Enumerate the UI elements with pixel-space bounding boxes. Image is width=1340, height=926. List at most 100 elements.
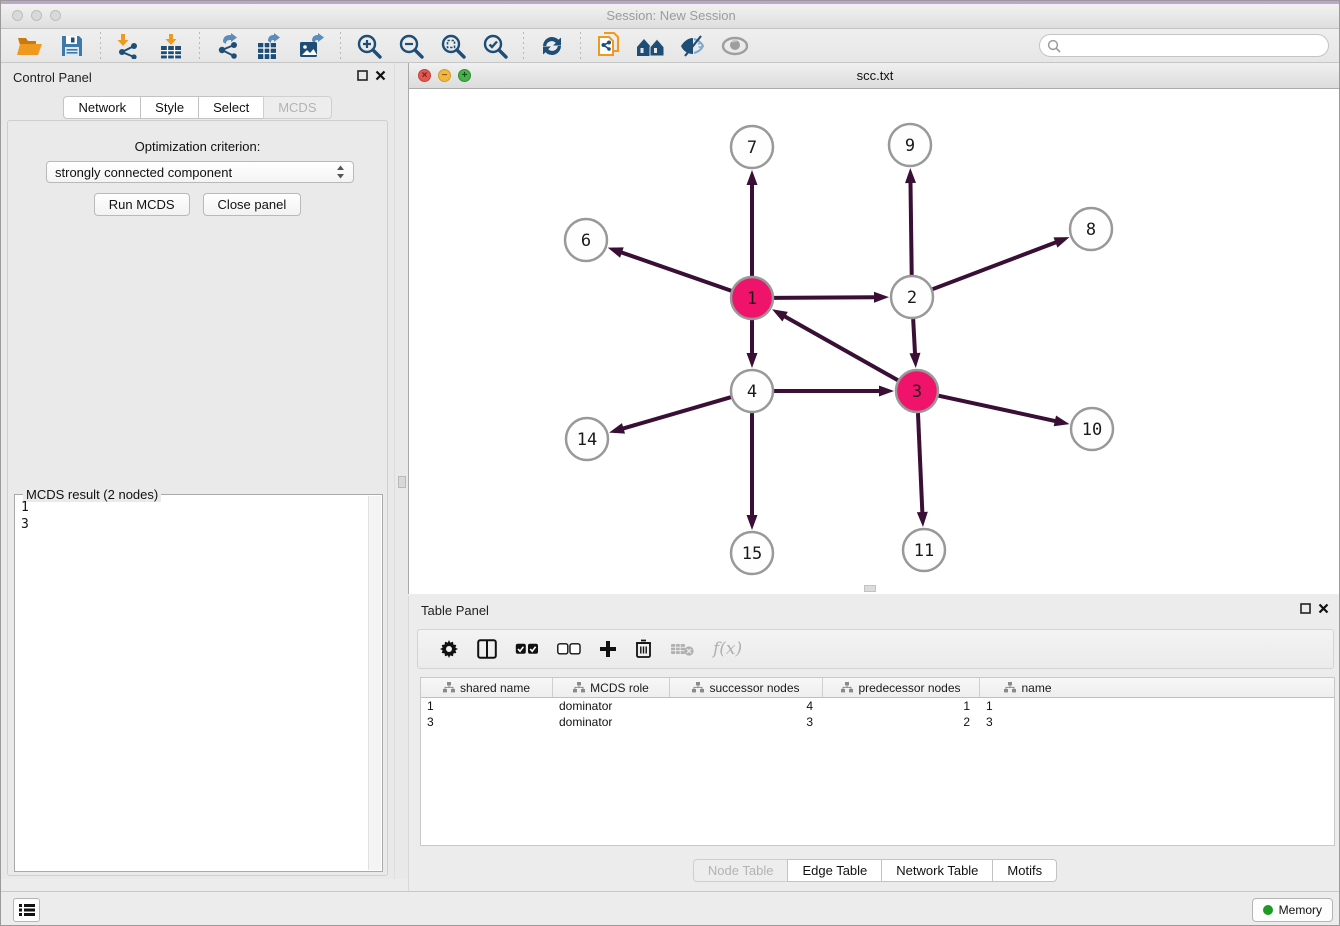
mcds-result-scrollbar[interactable] bbox=[368, 496, 381, 870]
graph-node-9[interactable]: 9 bbox=[889, 124, 931, 166]
graph-edge-2-9[interactable] bbox=[910, 182, 911, 275]
memory-button[interactable]: Memory bbox=[1252, 898, 1333, 922]
graph-node-2[interactable]: 2 bbox=[891, 276, 933, 318]
import-table-icon[interactable] bbox=[156, 32, 186, 60]
splitter-grip[interactable] bbox=[398, 476, 406, 488]
save-session-icon[interactable] bbox=[57, 32, 87, 60]
column-layout-icon[interactable] bbox=[477, 639, 497, 659]
mcds-result-text[interactable]: 1 3 bbox=[17, 497, 368, 869]
graph-node-10[interactable]: 10 bbox=[1071, 408, 1113, 450]
graph-node-3[interactable]: 3 bbox=[896, 370, 938, 412]
graph-node-11[interactable]: 11 bbox=[903, 529, 945, 571]
graph-arrowhead-1-7 bbox=[747, 170, 758, 185]
svg-text:1: 1 bbox=[747, 289, 757, 309]
network-canvas-grip[interactable] bbox=[864, 585, 876, 592]
network-window-title: scc.txt bbox=[409, 68, 1340, 83]
control-panel-tabs: NetworkStyleSelectMCDS bbox=[1, 96, 394, 119]
table-cell[interactable]: dominator bbox=[553, 714, 670, 730]
export-image-icon[interactable] bbox=[297, 32, 327, 60]
column-header-successor-nodes[interactable]: successor nodes bbox=[670, 678, 823, 697]
graph-edge-4-14[interactable] bbox=[623, 397, 731, 429]
zoom-out-icon[interactable] bbox=[396, 32, 426, 60]
svg-text:14: 14 bbox=[577, 430, 597, 450]
table-cell[interactable]: 1 bbox=[823, 698, 980, 714]
main-toolbar bbox=[1, 29, 1340, 63]
open-file-icon[interactable] bbox=[15, 32, 45, 60]
graph-node-4[interactable]: 4 bbox=[731, 370, 773, 412]
graph-edge-2-3[interactable] bbox=[913, 319, 915, 354]
column-header-predecessor-nodes[interactable]: predecessor nodes bbox=[823, 678, 980, 697]
graph-edge-3-1[interactable] bbox=[784, 316, 898, 380]
network-canvas[interactable]: 7 9 6 8 1 2 4 3 14 10 15 11 bbox=[409, 89, 1340, 594]
zoom-selected-icon[interactable] bbox=[480, 32, 510, 60]
export-network-icon[interactable] bbox=[213, 32, 243, 60]
clone-network-icon[interactable] bbox=[594, 32, 624, 60]
hide-graphics-details-icon[interactable] bbox=[678, 32, 708, 60]
task-history-button[interactable] bbox=[13, 898, 40, 922]
gear-icon[interactable] bbox=[439, 639, 459, 659]
graph-node-8[interactable]: 8 bbox=[1070, 208, 1112, 250]
graph-arrowhead-4-3 bbox=[879, 386, 894, 397]
table-row[interactable]: 3dominator323 bbox=[421, 714, 1334, 730]
svg-text:6: 6 bbox=[581, 231, 591, 251]
table-cell[interactable]: 4 bbox=[670, 698, 823, 714]
table-cell[interactable]: dominator bbox=[553, 698, 670, 714]
table-cell[interactable]: 3 bbox=[421, 714, 553, 730]
table-row[interactable]: 1dominator411 bbox=[421, 698, 1334, 714]
tab-style[interactable]: Style bbox=[140, 96, 198, 119]
tab-mcds[interactable]: MCDS bbox=[263, 96, 331, 119]
criterion-select[interactable]: strongly connected component bbox=[46, 161, 354, 183]
delete-column-icon[interactable] bbox=[635, 639, 652, 659]
graph-arrowhead-4-15 bbox=[747, 515, 758, 530]
search-input[interactable] bbox=[1065, 39, 1328, 53]
column-header-shared-name[interactable]: shared name bbox=[421, 678, 553, 697]
graph-node-7[interactable]: 7 bbox=[731, 126, 773, 168]
tab-edge-table[interactable]: Edge Table bbox=[787, 859, 881, 882]
first-neighbors-icon[interactable] bbox=[636, 32, 666, 60]
graph-node-15[interactable]: 15 bbox=[731, 532, 773, 574]
tab-node-table[interactable]: Node Table bbox=[693, 859, 788, 882]
close-panel-icon[interactable] bbox=[375, 70, 386, 81]
add-column-icon[interactable] bbox=[599, 640, 617, 658]
tab-network-table[interactable]: Network Table bbox=[881, 859, 992, 882]
tab-select[interactable]: Select bbox=[198, 96, 263, 119]
column-header-name[interactable]: name bbox=[980, 678, 1076, 697]
graph-edge-1-6[interactable] bbox=[621, 252, 731, 291]
graph-edge-3-10[interactable] bbox=[938, 396, 1055, 421]
graph-node-6[interactable]: 6 bbox=[565, 219, 607, 261]
graph-edge-1-2[interactable] bbox=[774, 297, 875, 298]
zoom-fit-icon[interactable] bbox=[438, 32, 468, 60]
tab-motifs[interactable]: Motifs bbox=[992, 859, 1057, 882]
show-graphics-details-icon[interactable] bbox=[720, 32, 750, 60]
table-cell[interactable]: 3 bbox=[670, 714, 823, 730]
zoom-in-icon[interactable] bbox=[354, 32, 384, 60]
select-all-icon[interactable] bbox=[515, 643, 539, 655]
refresh-layout-icon[interactable] bbox=[537, 32, 567, 60]
column-header-MCDS-role[interactable]: MCDS role bbox=[553, 678, 670, 697]
table-cell[interactable]: 1 bbox=[980, 698, 1076, 714]
deselect-all-icon[interactable] bbox=[557, 643, 581, 655]
graph-node-1[interactable]: 1 bbox=[731, 277, 773, 319]
float-panel-icon[interactable] bbox=[357, 70, 368, 81]
control-panel: Control Panel NetworkStyleSelectMCDS Opt… bbox=[1, 63, 394, 879]
svg-text:10: 10 bbox=[1082, 420, 1102, 440]
svg-text:8: 8 bbox=[1086, 220, 1096, 240]
panel-splitter[interactable] bbox=[394, 63, 408, 879]
export-table-icon[interactable] bbox=[255, 32, 285, 60]
graph-edge-3-11[interactable] bbox=[918, 413, 922, 513]
tab-network[interactable]: Network bbox=[63, 96, 140, 119]
close-panel-button[interactable]: Close panel bbox=[203, 193, 302, 216]
graph-node-14[interactable]: 14 bbox=[566, 418, 608, 460]
graph-edge-2-8[interactable] bbox=[933, 242, 1057, 289]
application-window: Session: New Session bbox=[0, 0, 1340, 926]
hierarchy-icon bbox=[573, 682, 585, 693]
table-toolbar: f(x) bbox=[417, 629, 1334, 669]
close-table-panel-icon[interactable] bbox=[1318, 603, 1329, 614]
import-network-icon[interactable] bbox=[114, 32, 144, 60]
table-cell[interactable]: 2 bbox=[823, 714, 980, 730]
float-table-panel-icon[interactable] bbox=[1300, 603, 1311, 614]
run-mcds-button[interactable]: Run MCDS bbox=[94, 193, 190, 216]
search-field[interactable] bbox=[1039, 34, 1329, 57]
table-cell[interactable]: 3 bbox=[980, 714, 1076, 730]
table-cell[interactable]: 1 bbox=[421, 698, 553, 714]
